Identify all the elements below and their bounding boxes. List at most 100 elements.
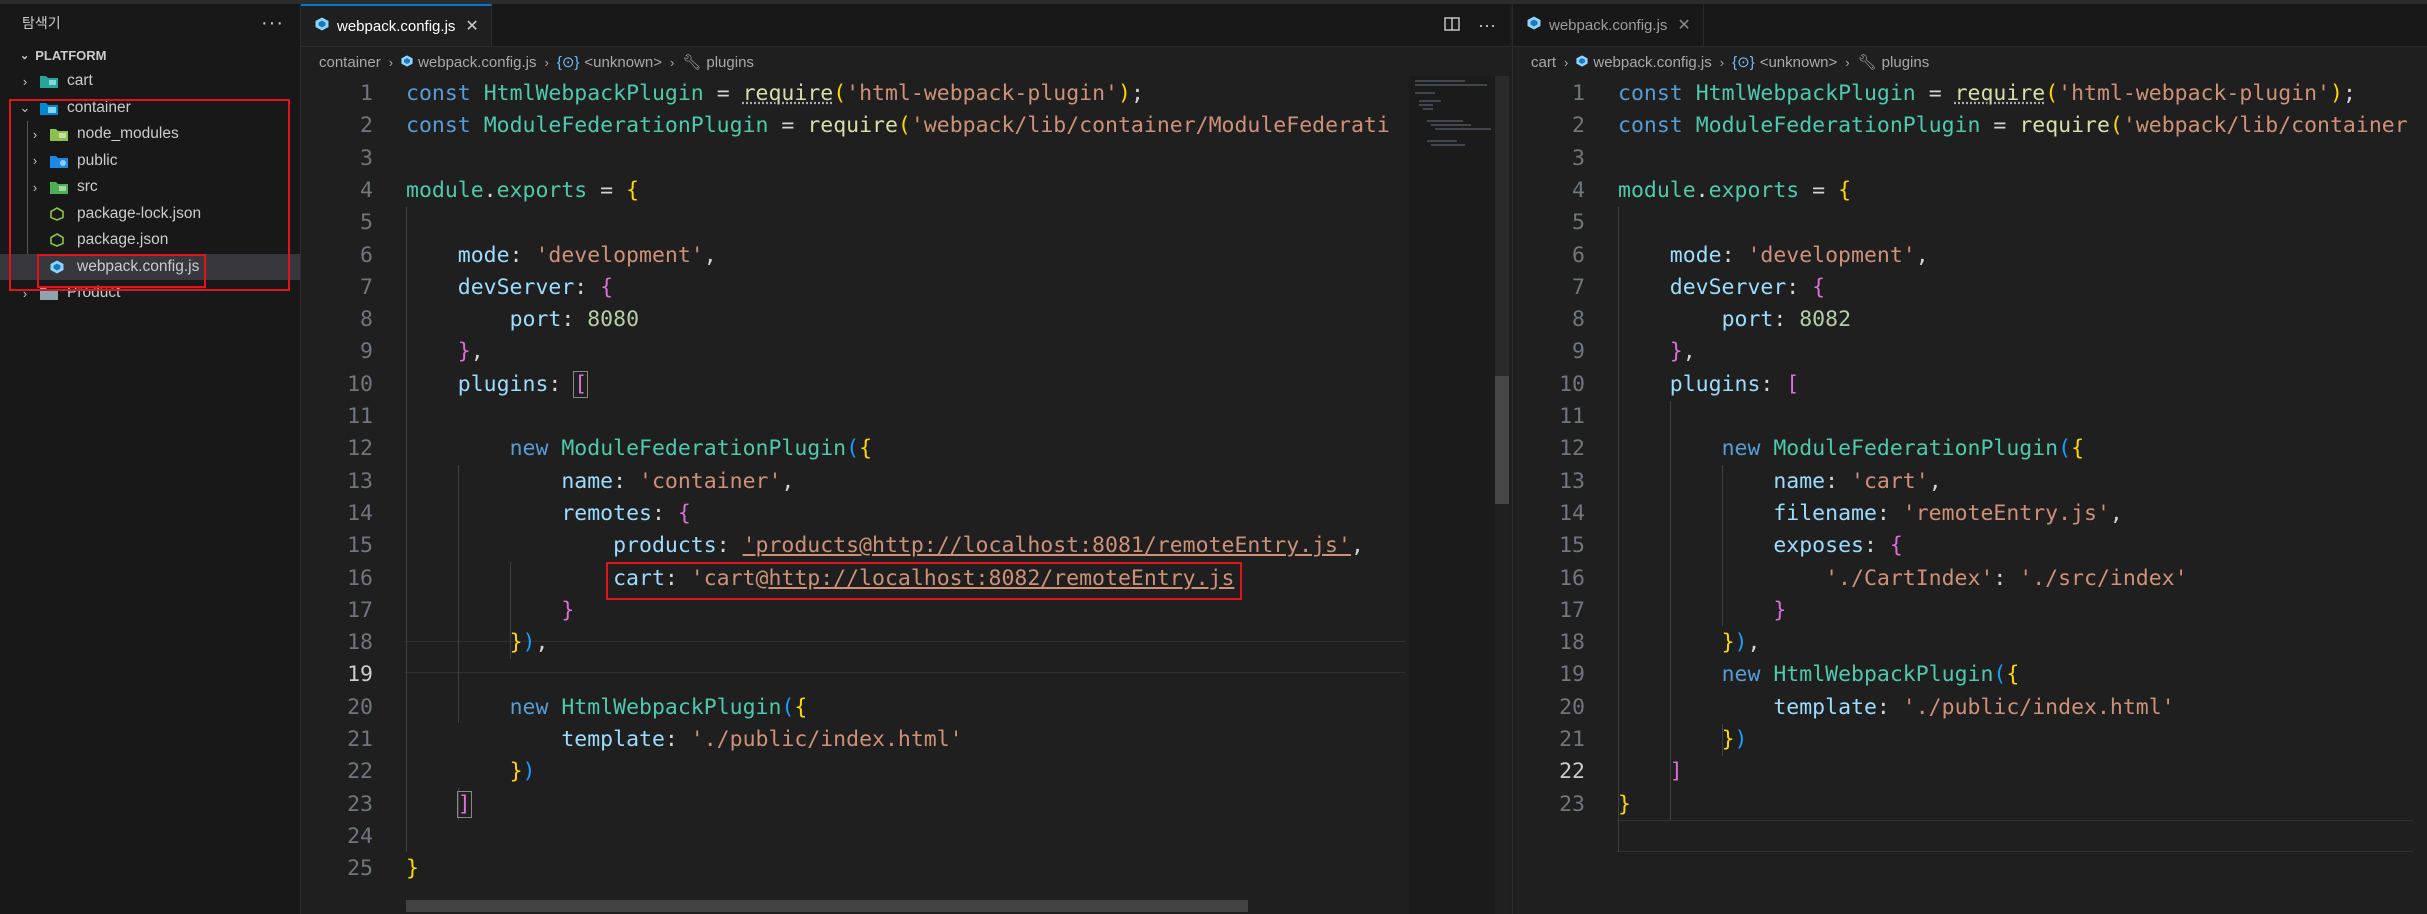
code-text: }), <box>509 630 549 656</box>
explorer-more-actions-icon[interactable]: ··· <box>261 12 284 35</box>
line-number: 15 <box>347 533 373 559</box>
line-number: 2 <box>1572 113 1585 139</box>
line-number: 17 <box>1559 597 1585 623</box>
editor-group-left: webpack.config.js ✕ ··· container › webp… <box>301 4 1510 914</box>
code-text: module.exports = { <box>1618 177 1852 203</box>
tree-item-product[interactable]: › Product <box>0 280 300 307</box>
line-number: 6 <box>360 242 373 268</box>
minimap-line <box>1419 104 1433 106</box>
code-text: mode: 'development', <box>457 242 717 268</box>
webpack-icon <box>50 260 68 274</box>
line-number: 4 <box>360 177 373 203</box>
breadcrumb-folder[interactable]: container <box>319 54 381 71</box>
code-text: const ModuleFederationPlugin = require('… <box>406 113 1390 139</box>
split-editor-icon[interactable] <box>1444 15 1460 36</box>
tab-webpack-config-cart[interactable]: webpack.config.js ✕ <box>1513 4 1704 46</box>
line-number: 22 <box>1559 759 1585 785</box>
line-number: 3 <box>360 145 373 171</box>
minimap-line <box>1423 108 1433 110</box>
breadcrumb-symbol[interactable]: <unknown> <box>584 54 662 71</box>
line-number: 6 <box>1572 242 1585 268</box>
breadcrumb-property[interactable]: plugins <box>1882 54 1930 71</box>
tree-item-webpack-config[interactable]: webpack.config.js <box>0 253 300 280</box>
workspace-root[interactable]: ⌄ PLATFORM <box>0 42 300 68</box>
line-number: 15 <box>1559 533 1585 559</box>
chevron-right-icon: › <box>22 285 28 301</box>
line-number: 19 <box>1559 662 1585 688</box>
tree-item-package-json[interactable]: package.json <box>0 227 300 254</box>
symbol-object-icon: {⊙} <box>1732 54 1755 71</box>
code-text: new HtmlWebpackPlugin({ <box>509 694 808 720</box>
chevron-right-icon: › <box>388 54 394 70</box>
line-number: 12 <box>347 436 373 462</box>
code-text: template: './public/index.html' <box>1773 694 2175 720</box>
minimap-line <box>1419 100 1441 102</box>
tree-item-src[interactable]: › src <box>0 174 300 201</box>
tree-item-label: cart <box>67 72 93 90</box>
chevron-right-icon: › <box>22 73 28 89</box>
breadcrumb-file[interactable]: webpack.config.js <box>418 54 536 71</box>
minimap-line <box>1431 144 1465 146</box>
line-number: 11 <box>1559 404 1585 429</box>
breadcrumb-symbol[interactable]: <unknown> <box>1760 54 1838 71</box>
chevron-right-icon: › <box>669 54 675 70</box>
line-number: 23 <box>347 791 373 817</box>
line-number: 10 <box>1559 371 1585 397</box>
webpack-icon <box>315 17 329 35</box>
code-text: }), <box>1721 630 1761 656</box>
editor-group-right: webpack.config.js ✕ cart › webpack.confi… <box>1512 4 2427 914</box>
wrench-icon: 🔧︎ <box>682 54 702 71</box>
tab-bar: webpack.config.js ✕ ··· <box>301 4 1510 47</box>
chevron-right-icon: › <box>32 126 38 142</box>
code-text: template: './public/index.html' <box>561 727 963 752</box>
breadcrumb-property[interactable]: plugins <box>706 54 754 71</box>
line-number: 21 <box>347 727 373 752</box>
more-actions-icon[interactable]: ··· <box>1478 15 1496 36</box>
line-number: 20 <box>347 694 373 720</box>
tab-label: webpack.config.js <box>337 17 456 35</box>
line-number: 14 <box>347 500 373 526</box>
minimap[interactable] <box>1409 76 1497 914</box>
tree-item-package-lock[interactable]: package-lock.json <box>0 201 300 228</box>
code-text: ] <box>1669 759 1683 785</box>
tree-item-node-modules[interactable]: › node_modules <box>0 121 300 148</box>
code-editor[interactable]: 1 const HtmlWebpackPlugin = require('html… <box>1513 78 2413 908</box>
horizontal-scrollbar[interactable] <box>406 900 1248 912</box>
breadcrumb-folder[interactable]: cart <box>1531 54 1556 71</box>
line-number: 2 <box>360 113 373 139</box>
line-number: 11 <box>347 404 373 429</box>
code-editor[interactable]: 1 const HtmlWebpackPlugin = require('html… <box>301 78 1405 908</box>
line-number: 25 <box>347 856 373 882</box>
line-number: 4 <box>1572 177 1585 203</box>
minimap-line <box>1415 80 1465 82</box>
minimap-line <box>1415 92 1435 94</box>
code-text: mode: 'development', <box>1669 242 1929 268</box>
tree-item-container[interactable]: ⌄ container <box>0 95 300 122</box>
code-text: remotes: { <box>561 500 691 526</box>
line-number: 14 <box>1559 500 1585 526</box>
code-text: plugins: [ <box>1669 371 1800 397</box>
chevron-right-icon: › <box>544 54 549 70</box>
folder-icon <box>40 286 58 301</box>
vertical-scrollbar[interactable] <box>1495 76 1509 914</box>
tree-item-label: package.json <box>77 231 169 249</box>
minimap-line <box>1431 124 1471 126</box>
code-text: const HtmlWebpackPlugin = require('html-… <box>406 81 1144 106</box>
tree-item-label: src <box>77 178 98 196</box>
close-icon[interactable]: ✕ <box>465 16 478 36</box>
code-text: ] <box>456 790 472 818</box>
scrollbar-thumb[interactable] <box>1495 376 1509 504</box>
line-number: 8 <box>1572 307 1585 333</box>
chevron-down-icon: ⌄ <box>20 49 30 62</box>
code-text: exposes: { <box>1773 533 1903 559</box>
tab-webpack-config-container[interactable]: webpack.config.js ✕ <box>301 4 492 46</box>
tree-item-public[interactable]: › public <box>0 148 300 175</box>
tree-item-cart[interactable]: › cart <box>0 68 300 95</box>
line-number: 19 <box>347 662 373 688</box>
code-text: port: 8080 <box>509 307 640 333</box>
code-text: }) <box>1721 727 1748 752</box>
line-number: 5 <box>1572 210 1585 236</box>
breadcrumb-file[interactable]: webpack.config.js <box>1593 54 1711 71</box>
line-number: 20 <box>1559 694 1585 720</box>
close-icon[interactable]: ✕ <box>1677 15 1690 35</box>
